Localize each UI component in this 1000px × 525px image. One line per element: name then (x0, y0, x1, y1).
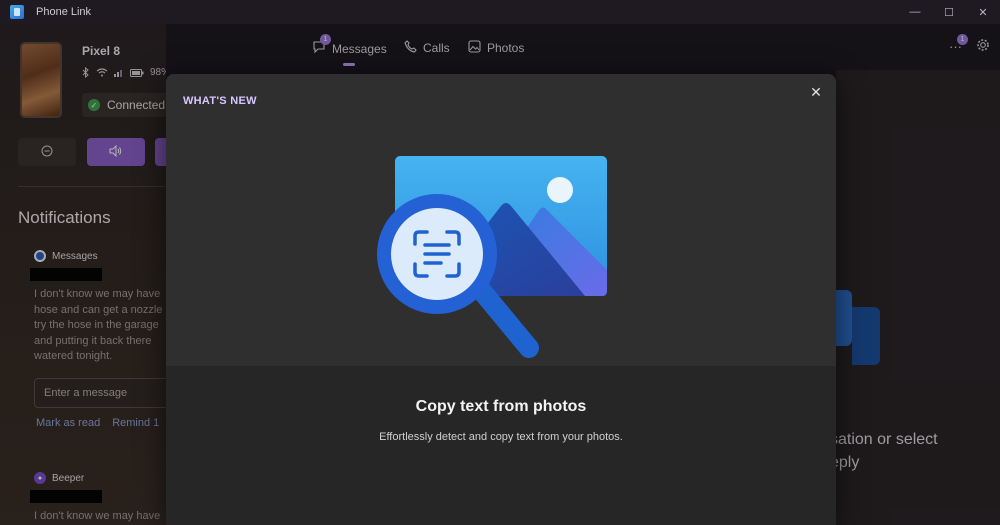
close-window-button[interactable]: ✕ (966, 0, 1000, 24)
notification-card[interactable]: Messages I don't know we may have hose a… (30, 250, 166, 365)
messages-badge: 1 (320, 34, 331, 45)
volume-button[interactable] (87, 138, 145, 166)
divider (18, 186, 166, 187)
notifications-heading: Notifications (18, 208, 111, 227)
battery-icon (130, 68, 144, 77)
empty-text-line-2: eply (830, 454, 860, 471)
notification-app-row: Messages (34, 250, 166, 262)
redacted-sender (30, 490, 102, 503)
mark-as-read-link[interactable]: Mark as read (36, 417, 100, 429)
notification-card[interactable]: ● Beeper I don't know we may have (30, 472, 166, 525)
window-title: Phone Link (36, 6, 92, 18)
connection-status-badge[interactable]: ✓ Connected (82, 93, 166, 117)
dialog-content-area (166, 366, 836, 525)
tab-label: Messages (332, 41, 387, 56)
whats-new-dialog: WHAT'S NEW ✕ Copy text from photos Effor… (166, 74, 836, 525)
more-options-button[interactable]: ··· 1 (949, 34, 968, 54)
bluetooth-icon (82, 67, 90, 78)
chat-bubbles-illustration (836, 290, 852, 346)
tab-label: Photos (487, 41, 525, 55)
tab-photos[interactable]: Photos (468, 40, 524, 56)
reply-placeholder: Enter a message (44, 387, 128, 399)
device-name: Pixel 8 (82, 44, 121, 58)
notification-app-name: Messages (52, 250, 98, 262)
active-tab-indicator (343, 63, 355, 66)
phone-icon (404, 40, 417, 56)
minimize-button[interactable]: — (898, 0, 932, 24)
left-pane: Pixel 8 98% ✓ Connected Notifications (0, 24, 166, 525)
do-not-disturb-icon (41, 145, 53, 160)
signal-icon (114, 68, 124, 77)
wifi-icon (96, 68, 108, 77)
gear-icon (977, 39, 989, 51)
notification-body: I don't know we may have (34, 510, 161, 522)
settings-button[interactable] (976, 38, 990, 55)
check-icon: ✓ (88, 99, 100, 111)
chat-icon: 1 (312, 34, 331, 57)
connection-status-label: Connected (107, 98, 166, 112)
beeper-app-icon: ● (34, 472, 46, 484)
chat-bubbles-illustration (852, 307, 880, 365)
top-right-actions: ··· 1 (949, 34, 990, 55)
dialog-description: Effortlessly detect and copy text from y… (379, 431, 623, 443)
top-navigation: 1 Messages Calls Photos ··· 1 (166, 24, 1000, 70)
phone-wallpaper-thumbnail[interactable] (20, 42, 62, 118)
more-badge: 1 (957, 34, 968, 45)
photos-icon (468, 40, 481, 56)
reply-input[interactable]: Enter a message (34, 378, 166, 408)
media-control-button[interactable] (155, 138, 166, 166)
speaker-icon (109, 144, 123, 160)
notification-body: I don't know we may have hose and can ge… (34, 288, 163, 362)
maximize-button[interactable]: ☐ (932, 0, 966, 24)
dialog-eyebrow: WHAT'S NEW (183, 95, 257, 107)
messages-app-icon (34, 250, 46, 262)
dialog-title: Copy text from photos (415, 398, 587, 415)
tab-messages[interactable]: 1 Messages (312, 34, 387, 57)
tab-calls[interactable]: Calls (404, 40, 450, 56)
notification-app-row: ● Beeper (34, 472, 166, 484)
copy-text-from-photos-illustration (377, 156, 607, 358)
redacted-sender (30, 268, 102, 281)
battery-percent: 98% (150, 67, 166, 78)
close-dialog-button[interactable]: ✕ (804, 80, 828, 104)
device-status-row: 98% (82, 67, 166, 78)
conversation-empty-text: sation or select eply (830, 428, 938, 474)
tab-label: Calls (423, 41, 450, 55)
notification-actions: Mark as read Remind 1 (36, 417, 159, 429)
phone-link-app-icon (10, 5, 24, 19)
window-controls: — ☐ ✕ (898, 0, 1000, 24)
empty-text-line-1: sation or select (830, 431, 938, 448)
notification-app-name: Beeper (52, 472, 85, 484)
do-not-disturb-button[interactable] (18, 138, 76, 166)
title-bar: Phone Link — ☐ ✕ (0, 0, 1000, 24)
remind-link[interactable]: Remind 1 (112, 417, 159, 429)
